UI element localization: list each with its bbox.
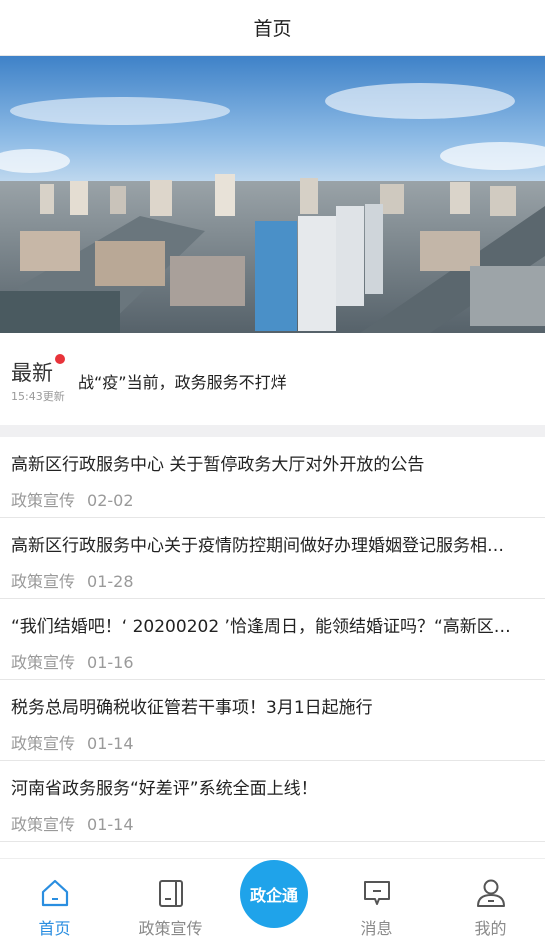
news-item[interactable]: 河南省政务服务“好差评”系统全面上线！ 政策宣传 01-14: [0, 761, 545, 842]
tab-mine-label: 我的: [474, 919, 507, 938]
tab-mine[interactable]: 我的: [436, 859, 545, 948]
tab-home-label: 首页: [38, 919, 71, 938]
news-item[interactable]: “我们结婚吧！‘ 20200202 ’恰逢周日，能领结婚证吗？“高新区… 政策宣…: [0, 599, 545, 680]
latest-headline[interactable]: 战“疫”当前，政务服务不打烊: [78, 369, 287, 393]
news-title: 高新区行政服务中心关于疫情防控期间做好办理婚姻登记服务相…: [11, 536, 504, 556]
document-icon: [158, 880, 183, 907]
news-category: 政策宣传: [11, 734, 76, 753]
news-category: 政策宣传: [11, 491, 76, 510]
news-date: 01-14: [87, 734, 134, 753]
news-title: 高新区行政服务中心 关于暂停政务大厅对外开放的公告: [11, 455, 425, 475]
tab-messages[interactable]: 消息: [322, 859, 431, 948]
tab-policy[interactable]: 政策宣传: [116, 859, 225, 948]
news-item[interactable]: 高新区行政服务中心关于疫情防控期间做好办理婚姻登记服务相… 政策宣传 01-28: [0, 518, 545, 599]
news-date: 02-02: [87, 491, 134, 510]
update-time: 15:43更新: [11, 390, 65, 403]
news-item[interactable]: 高新区行政服务中心 关于暂停政务大厅对外开放的公告 政策宣传 02-02: [0, 437, 545, 518]
news-item[interactable]: 税务总局明确税收征管若干事项！3月1日起施行 政策宣传 01-14: [0, 680, 545, 761]
new-badge-dot: [55, 354, 65, 364]
page-title: 首页: [253, 18, 292, 40]
news-date: 01-28: [87, 572, 134, 591]
news-date: 01-14: [87, 815, 134, 834]
news-meta: 政策宣传 01-14: [11, 811, 134, 835]
center-button-label: 政企通: [249, 886, 298, 905]
news-meta: 政策宣传 01-28: [11, 568, 134, 592]
tab-messages-label: 消息: [360, 919, 393, 938]
news-title: 税务总局明确税收征管若干事项！3月1日起施行: [11, 698, 373, 718]
news-list: 高新区行政服务中心 关于暂停政务大厅对外开放的公告 政策宣传 02-02 高新区行…: [0, 437, 545, 842]
news-category: 政策宣传: [11, 815, 76, 834]
tab-policy-label: 政策宣传: [138, 919, 203, 938]
news-category: 政策宣传: [11, 653, 76, 672]
news-meta: 政策宣传 02-02: [11, 487, 134, 511]
center-zhengqitong-button[interactable]: 政企通: [240, 860, 308, 928]
top-bar: 首页: [0, 0, 545, 56]
message-icon: [363, 881, 390, 905]
news-title: 河南省政务服务“好差评”系统全面上线！: [11, 779, 318, 799]
news-title: “我们结婚吧！‘ 20200202 ’恰逢周日，能领结婚证吗？“高新区…: [11, 617, 511, 637]
user-icon: [476, 879, 505, 907]
section-divider: [0, 425, 545, 437]
latest-label: 最新: [11, 361, 53, 385]
latest-news-bar[interactable]: 最新 15:43更新 战“疫”当前，政务服务不打烊: [0, 333, 545, 425]
home-icon: [41, 879, 68, 907]
news-meta: 政策宣传 01-14: [11, 730, 134, 754]
tab-home[interactable]: 首页: [0, 859, 109, 948]
city-banner-image[interactable]: [0, 56, 545, 333]
news-category: 政策宣传: [11, 572, 76, 591]
news-meta: 政策宣传 01-16: [11, 649, 134, 673]
news-date: 01-16: [87, 653, 134, 672]
